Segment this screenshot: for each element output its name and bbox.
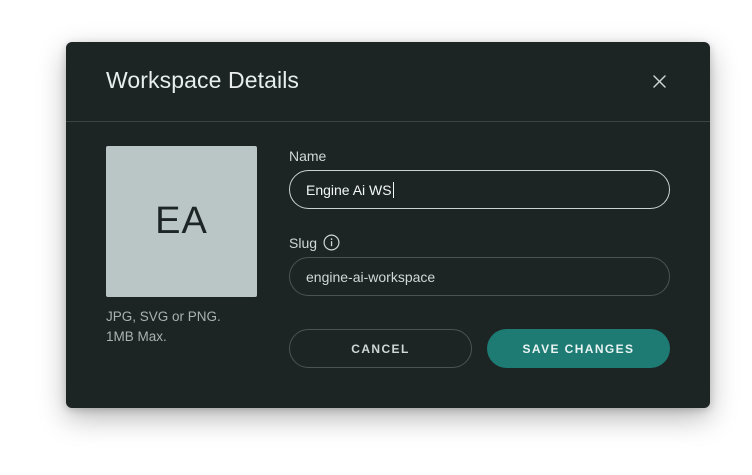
slug-input[interactable]: engine-ai-workspace xyxy=(289,257,670,296)
name-label-text: Name xyxy=(289,148,327,164)
dialog-title: Workspace Details xyxy=(106,67,300,93)
close-icon xyxy=(652,74,666,88)
name-input[interactable]: Engine Ai WS xyxy=(289,170,670,209)
slug-label: Slug xyxy=(289,234,340,251)
close-button[interactable] xyxy=(648,70,670,92)
slug-label-text: Slug xyxy=(289,234,318,251)
avatar-hint-size: 1MB Max. xyxy=(106,329,167,344)
avatar-initials: EA xyxy=(155,200,208,242)
dialog-header: Workspace Details xyxy=(66,42,710,122)
save-changes-button[interactable]: SAVE CHANGES xyxy=(487,329,670,368)
avatar-hint: JPG, SVG or PNG. 1MB Max. xyxy=(106,307,221,347)
page-backdrop: Workspace Details EA JPG, SVG or PNG. 1M… xyxy=(0,0,752,475)
cancel-button[interactable]: CANCEL xyxy=(289,329,472,368)
text-caret xyxy=(392,181,394,198)
workspace-avatar-upload[interactable]: EA xyxy=(106,146,257,297)
avatar-hint-formats: JPG, SVG or PNG. xyxy=(106,309,221,324)
slug-input-value: engine-ai-workspace xyxy=(306,268,436,285)
name-label: Name xyxy=(289,148,326,164)
workspace-details-dialog: Workspace Details EA JPG, SVG or PNG. 1M… xyxy=(66,42,710,408)
name-input-value: Engine Ai WS xyxy=(306,181,392,198)
info-icon[interactable] xyxy=(323,234,340,251)
